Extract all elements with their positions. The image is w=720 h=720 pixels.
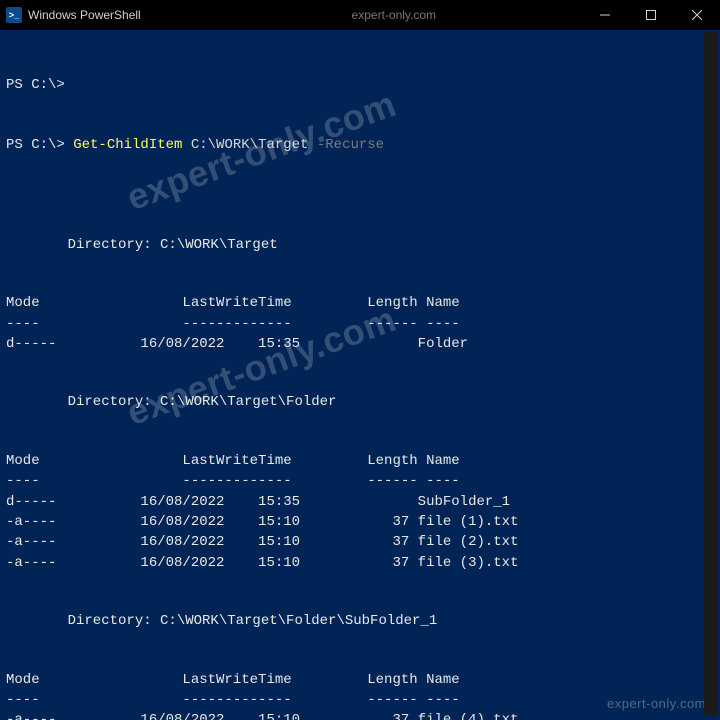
column-header: Mode LastWriteTime Length Name (6, 293, 714, 313)
directory-listing: Directory: C:\WORK\Target\Folder\SubFold… (6, 611, 714, 720)
blank-line (6, 354, 714, 374)
table-row: d----- 16/08/2022 15:35 Folder (6, 334, 714, 354)
minimize-button[interactable] (582, 0, 628, 30)
titlebar[interactable]: >_ Windows PowerShell expert-only.com (0, 0, 720, 30)
blank-line (6, 649, 714, 669)
cmdlet-flag: -Recurse (317, 137, 384, 153)
cmdlet-arg: C:\WORK\Target (191, 137, 309, 153)
prompt-text: PS C:\> (6, 77, 65, 93)
window-title: Windows PowerShell (28, 8, 141, 22)
command-line: PS C:\> Get-ChildItem C:\WORK\Target -Re… (6, 135, 714, 155)
terminal-body[interactable]: PS C:\> PS C:\> Get-ChildItem C:\WORK\Ta… (0, 30, 720, 720)
column-header: Mode LastWriteTime Length Name (6, 670, 714, 690)
blank-line (6, 431, 714, 451)
scrollbar[interactable] (704, 32, 718, 716)
table-row: -a---- 16/08/2022 15:10 37 file (4).txt (6, 710, 714, 720)
minimize-icon (600, 10, 610, 20)
table-row: -a---- 16/08/2022 15:10 37 file (2).txt (6, 532, 714, 552)
table-row: -a---- 16/08/2022 15:10 37 file (3).txt (6, 553, 714, 573)
directory-label: Directory: C:\WORK\Target\Folder (34, 392, 714, 412)
directory-listing: Directory: C:\WORK\Target\Folder Mode La… (6, 392, 714, 593)
prompt-text: PS C:\> (6, 137, 65, 153)
titlebar-left: >_ Windows PowerShell (6, 7, 141, 23)
blank-line (6, 273, 714, 293)
table-row: d----- 16/08/2022 15:35 SubFolder_1 (6, 492, 714, 512)
maximize-button[interactable] (628, 0, 674, 30)
close-icon (692, 10, 702, 20)
close-button[interactable] (674, 0, 720, 30)
directory-label: Directory: C:\WORK\Target\Folder\SubFold… (34, 611, 714, 631)
maximize-icon (646, 10, 656, 20)
directory-listing: Directory: C:\WORK\Target Mode LastWrite… (6, 235, 714, 375)
output-sections: Directory: C:\WORK\Target Mode LastWrite… (6, 235, 714, 720)
column-divider: ---- ------------- ------ ---- (6, 314, 714, 334)
cmdlet-name: Get-ChildItem (73, 137, 182, 153)
column-header: Mode LastWriteTime Length Name (6, 451, 714, 471)
prompt-line-empty: PS C:\> (6, 75, 714, 95)
window-controls (582, 0, 720, 30)
powershell-icon: >_ (6, 7, 22, 23)
column-divider: ---- ------------- ------ ---- (6, 471, 714, 491)
powershell-window: >_ Windows PowerShell expert-only.com PS… (0, 0, 720, 720)
blank-line (6, 573, 714, 593)
directory-label: Directory: C:\WORK\Target (34, 235, 714, 255)
table-row: -a---- 16/08/2022 15:10 37 file (1).txt (6, 512, 714, 532)
watermark-header: expert-only.com (352, 8, 436, 22)
column-divider: ---- ------------- ------ ---- (6, 690, 714, 710)
